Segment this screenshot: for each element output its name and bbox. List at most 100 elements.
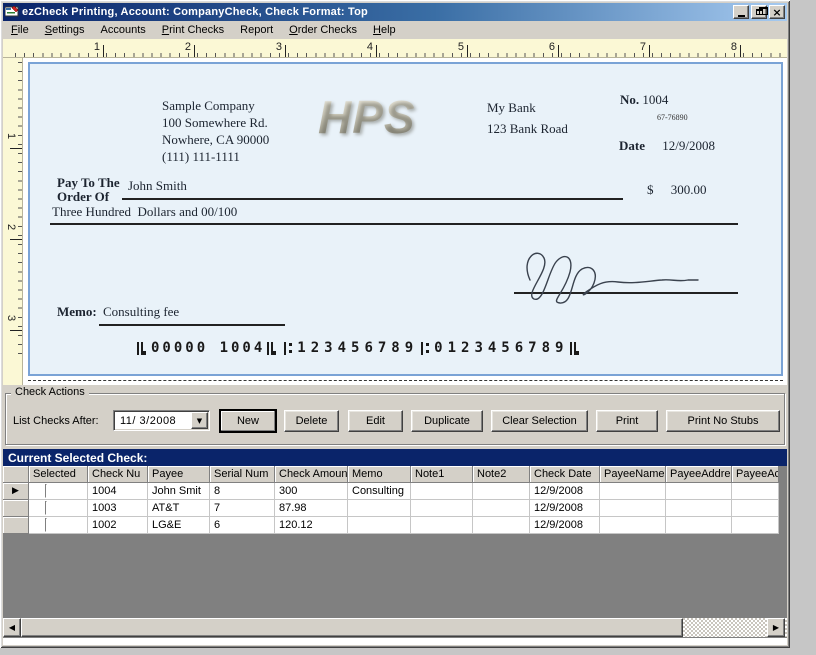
dollar-sign: $ bbox=[647, 182, 654, 197]
cell-payee[interactable]: LG&E bbox=[148, 517, 210, 534]
menu-report[interactable]: Report bbox=[232, 22, 281, 38]
menu-file[interactable]: File bbox=[3, 22, 37, 38]
delete-button[interactable]: Delete bbox=[284, 410, 339, 432]
menu-accounts[interactable]: Accounts bbox=[93, 22, 154, 38]
column-header-payee-ac[interactable]: PayeeAc bbox=[732, 466, 779, 483]
new-button[interactable]: New bbox=[219, 409, 277, 433]
cell-note1[interactable] bbox=[411, 483, 473, 500]
vertical-ruler: 1 2 3 bbox=[3, 58, 23, 385]
cell-payee-addre[interactable] bbox=[666, 483, 732, 500]
cell-payee-addre[interactable] bbox=[666, 517, 732, 534]
cell-serial[interactable]: 7 bbox=[210, 500, 275, 517]
row-selector[interactable] bbox=[3, 517, 29, 534]
app-icon bbox=[5, 5, 19, 17]
selected-checkbox-cell[interactable] bbox=[29, 500, 88, 517]
cell-payee-ac[interactable] bbox=[732, 517, 779, 534]
row-selector[interactable]: ▶ bbox=[3, 483, 29, 500]
list-after-date-picker[interactable]: 11/ 3/2008 ▼ bbox=[113, 410, 210, 431]
check-boundary-dashed-line bbox=[28, 380, 783, 381]
cell-check-num[interactable]: 1004 bbox=[88, 483, 148, 500]
print-button[interactable]: Print bbox=[596, 410, 658, 432]
row-selector[interactable] bbox=[3, 500, 29, 517]
column-header-payee-name[interactable]: PayeeName bbox=[600, 466, 666, 483]
grid-horizontal-scrollbar[interactable]: ◀ ▶ bbox=[3, 618, 787, 637]
column-header-check-date[interactable]: Check Date bbox=[530, 466, 600, 483]
check-actions-label: Check Actions bbox=[11, 386, 89, 398]
cell-memo[interactable] bbox=[348, 500, 411, 517]
column-header-serial-num[interactable]: Serial Num bbox=[210, 466, 275, 483]
cell-amount[interactable]: 87.98 bbox=[275, 500, 348, 517]
cell-payee[interactable]: John Smit bbox=[148, 483, 210, 500]
cell-note1[interactable] bbox=[411, 500, 473, 517]
cell-memo[interactable] bbox=[348, 517, 411, 534]
row-checkbox[interactable] bbox=[45, 501, 47, 515]
restore-button[interactable] bbox=[751, 5, 768, 19]
ruler-number: 2 bbox=[184, 41, 191, 53]
ruler-number: 7 bbox=[639, 41, 646, 53]
current-selected-check-label: Current Selected Check: bbox=[8, 450, 148, 465]
date-value: 12/9/2008 bbox=[662, 138, 715, 153]
cell-payee-addre[interactable] bbox=[666, 500, 732, 517]
ruler-number: 3 bbox=[275, 41, 282, 53]
cell-memo[interactable]: Consulting bbox=[348, 483, 411, 500]
scroll-left-button[interactable]: ◀ bbox=[3, 618, 21, 637]
ruler-number: 8 bbox=[730, 41, 737, 53]
cell-payee[interactable]: AT&T bbox=[148, 500, 210, 517]
print-no-stubs-button[interactable]: Print No Stubs bbox=[666, 410, 780, 432]
close-button[interactable]: × bbox=[769, 5, 785, 19]
cell-check-num[interactable]: 1002 bbox=[88, 517, 148, 534]
column-header-note2[interactable]: Note2 bbox=[473, 466, 530, 483]
cell-payee-ac[interactable] bbox=[732, 483, 779, 500]
cell-amount[interactable]: 120.12 bbox=[275, 517, 348, 534]
selected-checkbox-cell[interactable] bbox=[29, 517, 88, 534]
cell-check-num[interactable]: 1003 bbox=[88, 500, 148, 517]
selected-checkbox-cell[interactable] bbox=[29, 483, 88, 500]
cell-date[interactable]: 12/9/2008 bbox=[530, 517, 600, 534]
cell-payee-name[interactable] bbox=[600, 500, 666, 517]
column-header-payee-addre[interactable]: PayeeAddre bbox=[666, 466, 732, 483]
date-picker-dropdown-button[interactable]: ▼ bbox=[191, 412, 208, 429]
menu-help[interactable]: Help bbox=[365, 22, 404, 38]
date-label: Date bbox=[619, 138, 645, 153]
cell-note2[interactable] bbox=[473, 500, 530, 517]
cell-payee-ac[interactable] bbox=[732, 500, 779, 517]
minimize-button[interactable] bbox=[733, 5, 749, 19]
memo-label: Memo: bbox=[57, 304, 97, 319]
amount-in-words: Three Hundred Dollars and 00/100 bbox=[50, 202, 738, 225]
column-header-selected[interactable]: Selected bbox=[29, 466, 88, 483]
check-number-value: 1004 bbox=[642, 92, 669, 107]
check-list-zone: Selected Check Nu Payee Serial Num Check… bbox=[3, 466, 787, 638]
row-checkbox[interactable] bbox=[45, 484, 47, 498]
cell-date[interactable]: 12/9/2008 bbox=[530, 483, 600, 500]
cell-note2[interactable] bbox=[473, 483, 530, 500]
micr-transit-icon bbox=[420, 341, 430, 355]
scroll-right-button[interactable]: ▶ bbox=[767, 618, 785, 637]
column-header-note1[interactable]: Note1 bbox=[411, 466, 473, 483]
column-header-payee[interactable]: Payee bbox=[148, 466, 210, 483]
cell-note1[interactable] bbox=[411, 517, 473, 534]
bank-fraction: 67-76890 bbox=[657, 113, 688, 122]
duplicate-button[interactable]: Duplicate bbox=[411, 410, 483, 432]
cell-serial[interactable]: 8 bbox=[210, 483, 275, 500]
row-checkbox[interactable] bbox=[45, 518, 47, 532]
cell-serial[interactable]: 6 bbox=[210, 517, 275, 534]
edit-button[interactable]: Edit bbox=[348, 410, 403, 432]
status-strip bbox=[3, 638, 787, 645]
cell-payee-name[interactable] bbox=[600, 483, 666, 500]
scrollbar-thumb[interactable] bbox=[21, 618, 683, 637]
cell-note2[interactable] bbox=[473, 517, 530, 534]
column-header-memo[interactable]: Memo bbox=[348, 466, 411, 483]
menu-print-checks[interactable]: Print Checks bbox=[154, 22, 232, 38]
check-number-field: No. 1004 bbox=[620, 92, 668, 108]
cell-date[interactable]: 12/9/2008 bbox=[530, 500, 600, 517]
menu-settings[interactable]: Settings bbox=[37, 22, 93, 38]
menu-order-checks[interactable]: Order Checks bbox=[281, 22, 365, 38]
column-header-check-num[interactable]: Check Nu bbox=[88, 466, 148, 483]
window-title: ezCheck Printing, Account: CompanyCheck,… bbox=[22, 6, 368, 18]
check-list-grid: Selected Check Nu Payee Serial Num Check… bbox=[3, 466, 779, 534]
column-header-check-amount[interactable]: Check Amount bbox=[275, 466, 348, 483]
close-icon: × bbox=[772, 5, 782, 19]
cell-payee-name[interactable] bbox=[600, 517, 666, 534]
cell-amount[interactable]: 300 bbox=[275, 483, 348, 500]
clear-selection-button[interactable]: Clear Selection bbox=[491, 410, 588, 432]
